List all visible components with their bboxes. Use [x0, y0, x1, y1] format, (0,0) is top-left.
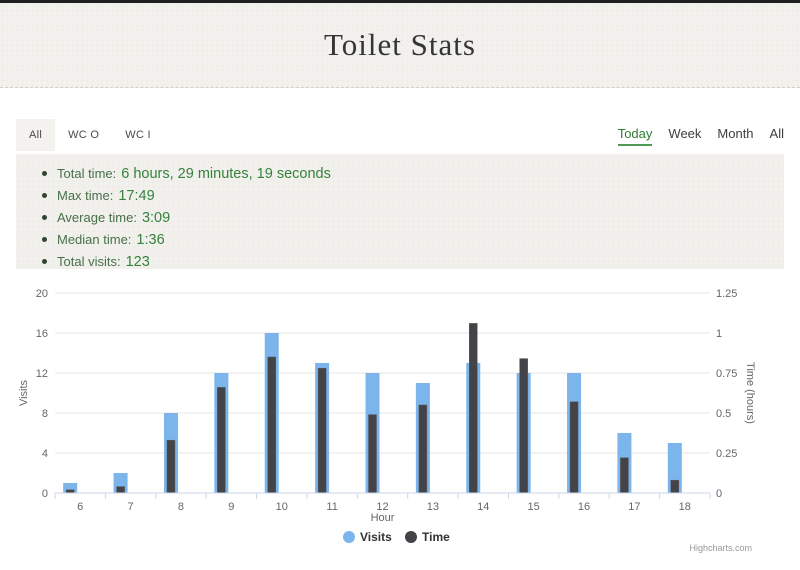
stats-chart: 0040.2580.5120.75161201.2567891011121314…: [0, 278, 800, 565]
range-selector: Today Week Month All: [618, 126, 784, 146]
wc-tabs: All WC O WC I: [16, 119, 164, 151]
y-left-tick-label: 8: [42, 408, 48, 420]
y-left-tick-label: 16: [36, 328, 48, 340]
x-tick-label: 10: [276, 501, 288, 513]
bullet-icon: [42, 215, 47, 220]
time-bar[interactable]: [318, 368, 326, 493]
time-bar[interactable]: [117, 487, 125, 493]
stat-label: Average time:: [57, 210, 137, 225]
x-axis-title: Hour: [371, 512, 395, 524]
stats-panel: Total time: 6 hours, 29 minutes, 19 seco…: [16, 154, 784, 269]
range-all[interactable]: All: [770, 126, 784, 146]
time-bar[interactable]: [671, 480, 679, 493]
x-tick-label: 6: [77, 501, 83, 513]
time-bar[interactable]: [268, 357, 276, 493]
y-right-tick-label: 0.25: [716, 448, 737, 460]
stat-median-time: Median time: 1:36: [42, 232, 784, 248]
time-bar[interactable]: [369, 415, 377, 493]
x-tick-label: 11: [326, 501, 337, 513]
stat-label: Max time:: [57, 188, 113, 203]
stat-label: Total visits:: [57, 254, 121, 269]
time-bar[interactable]: [419, 405, 427, 493]
stat-value: 123: [126, 255, 150, 270]
x-tick-label: 17: [628, 501, 640, 513]
tab-wc-o[interactable]: WC O: [55, 119, 112, 151]
y-right-tick-label: 1: [716, 328, 722, 340]
time-bar[interactable]: [469, 323, 477, 493]
time-bar[interactable]: [570, 402, 578, 493]
y-left-axis-title: Visits: [18, 379, 30, 406]
time-bar[interactable]: [520, 359, 528, 493]
stat-value: 6 hours, 29 minutes, 19 seconds: [121, 167, 331, 182]
app-header: Toilet Stats: [0, 3, 800, 88]
x-tick-label: 18: [679, 501, 691, 513]
time-bar[interactable]: [217, 387, 225, 493]
y-left-tick-label: 0: [42, 488, 48, 500]
highcharts-container: 0040.2580.5120.75161201.2567891011121314…: [0, 278, 800, 565]
range-week[interactable]: Week: [668, 126, 701, 146]
legend-item-time[interactable]: Time: [422, 530, 450, 544]
legend-item-visits[interactable]: Visits: [360, 530, 392, 544]
range-month[interactable]: Month: [717, 126, 753, 146]
x-tick-label: 13: [427, 501, 439, 513]
stat-label: Total time:: [57, 166, 116, 181]
x-tick-label: 9: [228, 501, 234, 513]
y-right-axis-title: Time (hours): [744, 362, 756, 424]
tab-wc-i[interactable]: WC I: [112, 119, 164, 151]
bullet-icon: [42, 259, 47, 264]
y-left-tick-label: 12: [36, 368, 48, 380]
x-tick-label: 14: [477, 501, 489, 513]
x-tick-label: 16: [578, 501, 590, 513]
stat-total-time: Total time: 6 hours, 29 minutes, 19 seco…: [42, 166, 784, 182]
x-tick-label: 15: [528, 501, 540, 513]
bullet-icon: [42, 171, 47, 176]
legend-time-icon[interactable]: [405, 531, 417, 543]
y-left-tick-label: 4: [42, 448, 48, 460]
x-tick-label: 8: [178, 501, 184, 513]
toolbar: All WC O WC I Today Week Month All: [16, 119, 784, 153]
stat-total-visits: Total visits: 123: [42, 254, 784, 270]
bullet-icon: [42, 237, 47, 242]
stat-label: Median time:: [57, 232, 131, 247]
y-right-tick-label: 1.25: [716, 288, 737, 300]
y-left-tick-label: 20: [36, 288, 48, 300]
y-right-tick-label: 0: [716, 488, 722, 500]
stats-list: Total time: 6 hours, 29 minutes, 19 seco…: [42, 166, 784, 270]
legend-visits-icon[interactable]: [343, 531, 355, 543]
stat-value: 17:49: [118, 189, 154, 204]
stat-average-time: Average time: 3:09: [42, 210, 784, 226]
bullet-icon: [42, 193, 47, 198]
tab-all[interactable]: All: [16, 119, 55, 151]
x-tick-label: 7: [128, 501, 134, 513]
time-bar[interactable]: [167, 440, 175, 493]
stat-max-time: Max time: 17:49: [42, 188, 784, 204]
time-bar[interactable]: [620, 458, 628, 493]
page-title: Toilet Stats: [324, 27, 476, 63]
stat-value: 1:36: [136, 233, 164, 248]
range-today[interactable]: Today: [618, 126, 653, 146]
y-right-tick-label: 0.5: [716, 408, 731, 420]
highcharts-credit-link[interactable]: Highcharts.com: [689, 543, 752, 553]
stat-value: 3:09: [142, 211, 170, 226]
y-right-tick-label: 0.75: [716, 368, 737, 380]
